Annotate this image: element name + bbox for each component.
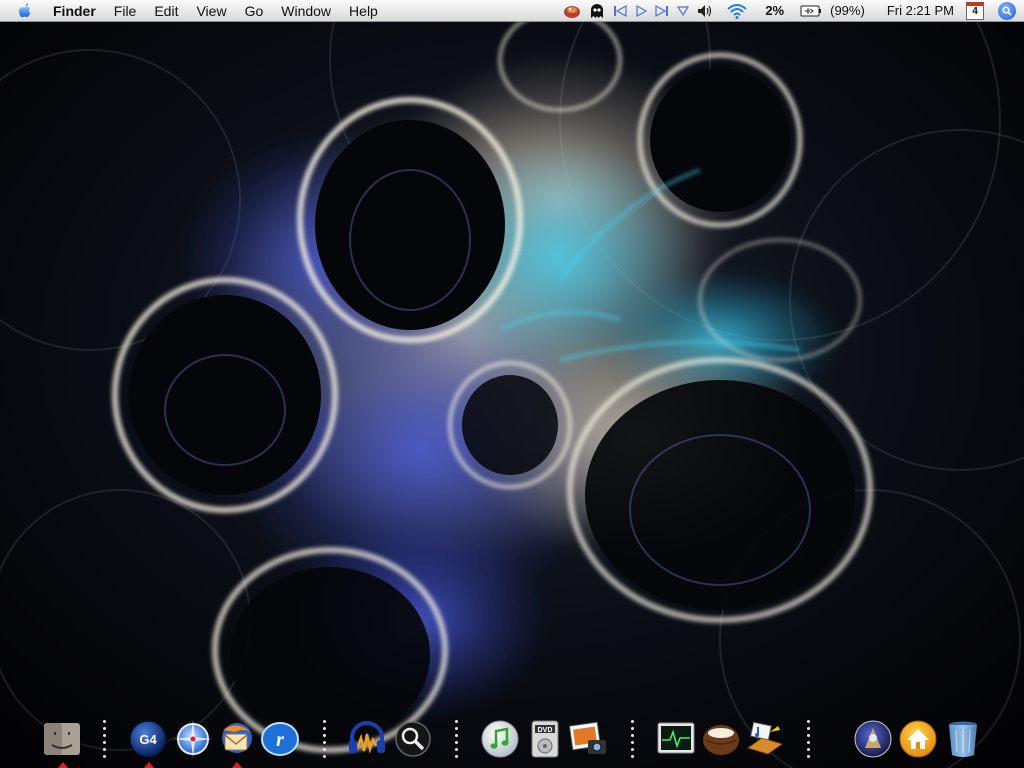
dock-item-dvd-player[interactable]: DVD [524, 718, 566, 760]
battery-status-text[interactable]: (99%) [830, 0, 865, 22]
finder-icon [44, 723, 80, 755]
dvd-player-icon: DVD [531, 720, 559, 758]
menu-view[interactable]: View [187, 0, 235, 22]
dock-item-g4[interactable]: G4 [127, 718, 169, 768]
dock-item-safari[interactable] [172, 718, 214, 760]
compass-icon [174, 720, 212, 758]
activity-monitor-icon [657, 722, 695, 754]
dock-item-magnifier[interactable] [392, 718, 434, 760]
home-icon [899, 720, 937, 758]
battery-icon[interactable] [800, 0, 822, 22]
app-menu-finder[interactable]: Finder [44, 0, 105, 22]
menu-edit[interactable]: Edit [145, 0, 187, 22]
desktop-wallpaper [0, 0, 1024, 768]
dock-separator [323, 720, 327, 760]
trash-icon [949, 721, 977, 757]
dock-item-dashboard[interactable] [852, 718, 894, 760]
music-folder-icon [746, 721, 784, 755]
menubar-clock[interactable]: Fri 2:21 PM [887, 0, 954, 22]
running-indicator [58, 762, 68, 768]
menu-go[interactable]: Go [236, 0, 273, 22]
menu-extra-icon[interactable] [563, 0, 581, 22]
dock-item-audacity[interactable] [346, 718, 388, 760]
svg-text:r: r [276, 729, 284, 751]
triangle-menu-icon[interactable] [677, 0, 690, 22]
dock-item-coconut[interactable] [700, 718, 742, 760]
dock-item-realplayer[interactable]: r [259, 718, 301, 760]
calendar-icon[interactable]: 4 [966, 0, 984, 22]
g4-label: G4 [139, 732, 157, 747]
dock-separator [103, 720, 107, 760]
menu-help[interactable]: Help [340, 0, 387, 22]
dock-item-itunes[interactable] [479, 718, 521, 760]
dock-item-music-manager[interactable] [744, 718, 786, 760]
battery-percent-text[interactable]: 2% [765, 0, 784, 22]
dock-item-finder[interactable] [41, 718, 83, 768]
dock-item-trash[interactable] [942, 718, 984, 760]
next-track-icon[interactable] [655, 0, 669, 22]
realplayer-icon: r [261, 722, 299, 756]
dashboard-icon [854, 720, 892, 758]
dock: G4 r DVD [0, 712, 1024, 768]
spotlight-icon[interactable] [998, 0, 1016, 22]
apple-menu-icon[interactable] [12, 0, 38, 22]
coconut-icon [703, 725, 739, 755]
menu-window[interactable]: Window [272, 0, 340, 22]
menu-file[interactable]: File [105, 0, 146, 22]
dock-separator [631, 720, 635, 760]
itunes-icon [481, 720, 519, 758]
previous-track-icon[interactable] [613, 0, 627, 22]
dock-separator [455, 720, 459, 760]
photo-icon [568, 721, 606, 754]
calendar-day: 4 [966, 1, 984, 20]
mail-bird-icon [222, 723, 252, 753]
ghost-icon[interactable] [589, 0, 605, 22]
wifi-icon[interactable] [727, 0, 747, 22]
dock-separator [807, 720, 811, 760]
menu-bar: Finder File Edit View Go Window Help 2% … [0, 0, 1024, 22]
running-indicator [232, 762, 242, 768]
dock-item-home[interactable] [897, 718, 939, 760]
audio-headphones-icon [349, 721, 385, 754]
magnifier-icon [395, 721, 431, 757]
spotlight-button[interactable] [998, 1, 1016, 20]
dock-item-iphoto[interactable] [568, 718, 610, 760]
running-indicator [144, 762, 154, 768]
volume-icon[interactable] [697, 0, 713, 22]
dvd-label: DVD [538, 727, 553, 734]
g4-icon: G4 [129, 720, 167, 758]
play-icon[interactable] [635, 0, 648, 22]
dock-item-thunderbird[interactable] [215, 718, 257, 768]
dock-item-activity-monitor[interactable] [655, 718, 697, 760]
